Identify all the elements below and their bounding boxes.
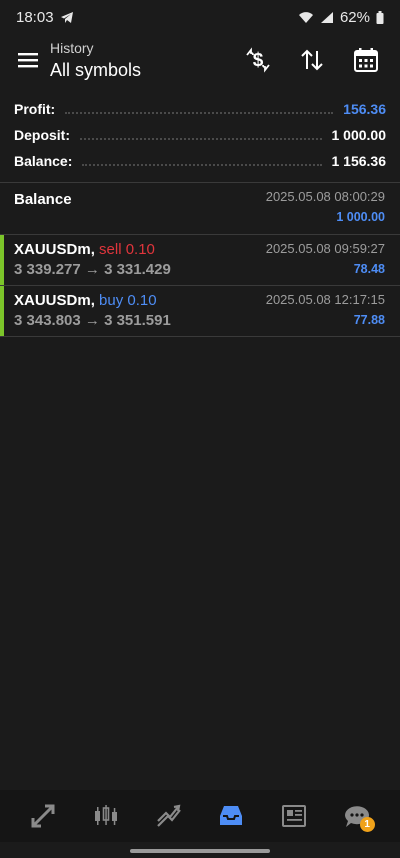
quotes-icon[interactable] <box>19 792 67 840</box>
status-bar: 18:03 62% <box>0 0 400 34</box>
dollar-exchange-icon[interactable]: $ <box>234 38 282 82</box>
home-indicator[interactable] <box>130 849 270 853</box>
screen-subtitle: History <box>50 39 94 56</box>
profit-label: Profit: <box>14 101 56 117</box>
record-time: 2025.05.08 08:00:29 <box>265 189 385 204</box>
deal-type: buy 0.10 <box>99 292 157 309</box>
summary-panel: Profit: 156.36 Deposit: 1 000.00 Balance… <box>0 96 400 174</box>
sort-icon[interactable] <box>288 38 336 82</box>
row-accent-bar <box>0 286 4 337</box>
news-icon[interactable] <box>270 792 318 840</box>
deal-prices: 3 339.277 → 3 331.429 <box>14 261 171 278</box>
screen-title: All symbols <box>50 59 142 80</box>
wifi-icon <box>298 11 314 24</box>
dotted-leader <box>65 105 334 114</box>
telegram-icon <box>60 11 74 24</box>
app-header: History All symbols $ <box>0 36 400 84</box>
signal-icon <box>320 11 334 24</box>
profit-row: Profit: 156.36 <box>0 96 400 122</box>
deal-separator: , <box>90 241 95 258</box>
history-row-sell[interactable]: XAUUSDm, sell 0.10 3 339.277 → 3 331.429… <box>0 235 400 286</box>
menu-icon[interactable] <box>6 38 50 82</box>
deal-symbol: XAUUSDm <box>14 241 91 258</box>
history-row-balance[interactable]: Balance 2025.05.08 08:00:29 1 000.00 <box>0 183 400 234</box>
balance-row: Balance: 1 156.36 <box>0 148 400 174</box>
deal-title: XAUUSDm, sell 0.10 <box>14 241 155 258</box>
dotted-leader <box>80 131 322 140</box>
deal-prices: 3 343.803 → 3 351.591 <box>14 312 171 329</box>
history-row-buy[interactable]: XAUUSDm, buy 0.10 3 343.803 → 3 351.591 … <box>0 286 400 337</box>
bottom-nav: 1 <box>0 790 400 842</box>
status-time: 18:03 <box>16 8 54 26</box>
dotted-leader <box>82 157 322 166</box>
deposit-label: Deposit: <box>14 127 70 143</box>
svg-text:$: $ <box>253 50 264 71</box>
deal-type: sell 0.10 <box>99 241 155 258</box>
deal-title: XAUUSDm, buy 0.10 <box>14 292 157 309</box>
history-icon[interactable] <box>207 792 255 840</box>
title-block[interactable]: History All symbols <box>50 40 141 81</box>
messages-badge: 1 <box>359 817 375 832</box>
deal-profit: 78.48 <box>353 262 385 276</box>
record-title: Balance <box>14 191 72 208</box>
deposit-row: Deposit: 1 000.00 <box>0 122 400 148</box>
battery-icon <box>376 10 384 24</box>
deal-time: 2025.05.08 12:17:15 <box>265 292 385 307</box>
chart-icon[interactable] <box>82 792 130 840</box>
deal-profit: 77.88 <box>353 313 385 327</box>
battery-level: 62% <box>339 8 370 26</box>
row-accent-bar <box>0 235 4 286</box>
balance-value: 1 156.36 <box>331 153 387 169</box>
deal-symbol: XAUUSDm <box>14 292 91 309</box>
deal-separator: , <box>90 292 95 309</box>
deposit-value: 1 000.00 <box>331 127 387 143</box>
messages-icon[interactable]: 1 <box>333 792 381 840</box>
balance-label: Balance: <box>14 153 73 169</box>
record-amount: 1 000.00 <box>336 210 385 224</box>
calendar-icon[interactable] <box>342 38 390 82</box>
profit-value: 156.36 <box>343 101 386 117</box>
trade-icon[interactable] <box>145 792 193 840</box>
divider <box>0 336 400 337</box>
deal-time: 2025.05.08 09:59:27 <box>265 241 385 256</box>
